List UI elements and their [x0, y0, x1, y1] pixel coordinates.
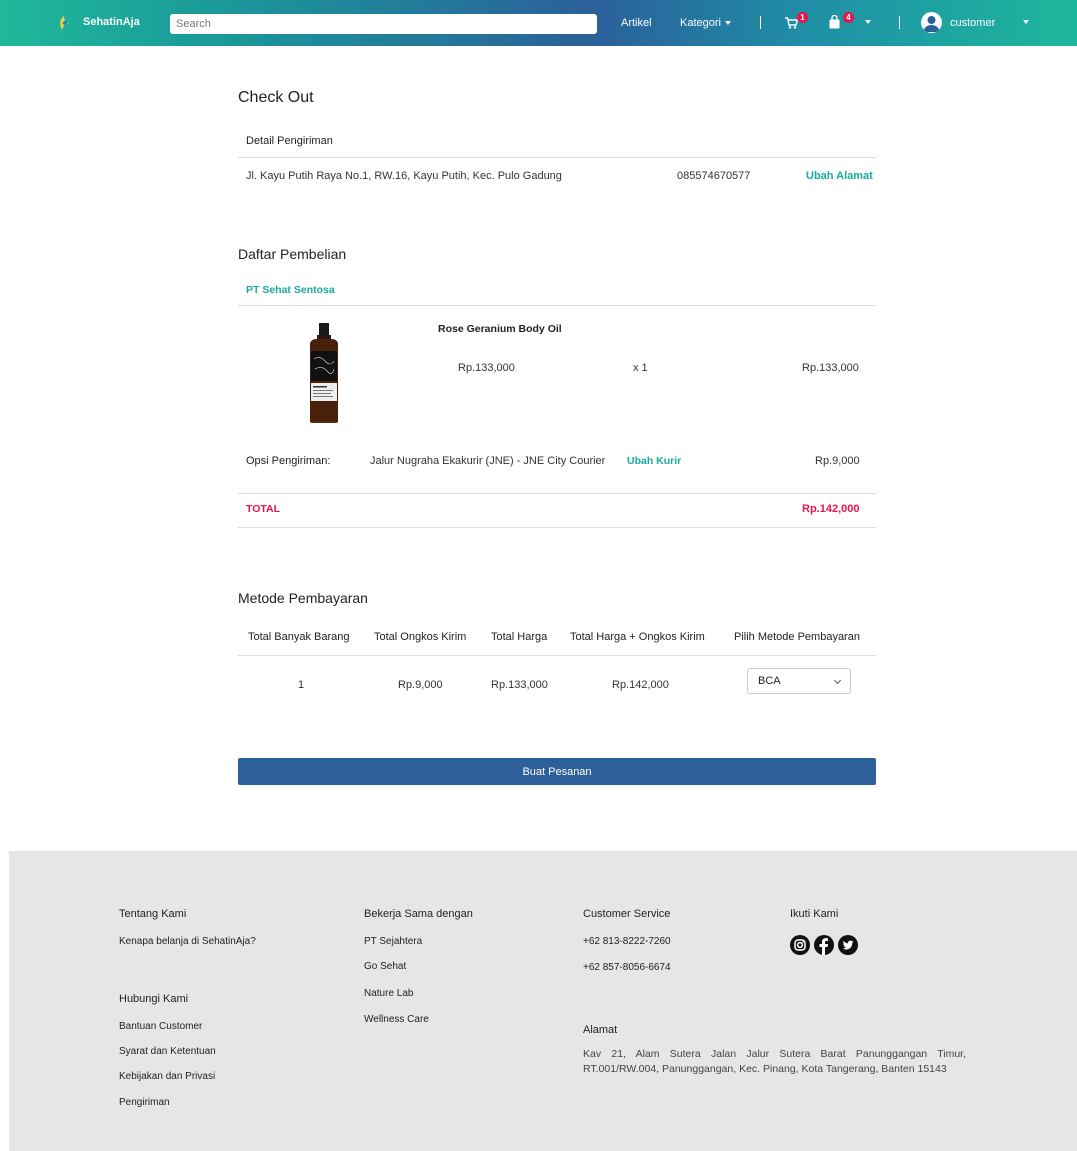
payment-total-items: 1 [298, 679, 305, 691]
shipping-detail-heading: Detail Pengiriman [246, 135, 333, 147]
footer-contact-heading: Hubungi Kami [119, 993, 189, 1005]
caret-down-icon[interactable] [865, 20, 871, 24]
username[interactable]: customer [950, 17, 995, 29]
payment-grand-total: Rp.142,000 [612, 679, 669, 691]
instagram-icon[interactable] [790, 935, 810, 955]
payment-total-shipping: Rp.9,000 [398, 679, 443, 691]
nav-separator [899, 16, 900, 29]
total-value: Rp.142,000 [802, 503, 860, 515]
footer-social-heading: Ikuti Kami [790, 908, 839, 920]
nav-kategori-label: Kategori [680, 17, 721, 29]
cart-icon[interactable] [785, 17, 798, 29]
payment-method-select[interactable]: BCA [747, 668, 851, 694]
payment-col-header: Pilih Metode Pembayaran [734, 631, 860, 643]
nav-artikel-link[interactable]: Artikel [621, 17, 652, 29]
shipping-phone: 085574670577 [677, 170, 751, 182]
change-address-link[interactable]: Ubah Alamat [806, 170, 873, 182]
payment-method-selected: BCA [758, 675, 781, 687]
shipping-address: Jl. Kayu Putih Raya No.1, RW.16, Kayu Pu… [246, 170, 562, 182]
facebook-icon[interactable] [814, 935, 834, 955]
payment-total-price: Rp.133,000 [491, 679, 548, 691]
chevron-down-icon [833, 676, 842, 685]
nav-separator [760, 16, 761, 29]
footer-partner[interactable]: Go Sehat [364, 961, 406, 972]
divider [238, 305, 876, 306]
footer-link[interactable]: Bantuan Customer [119, 1021, 202, 1032]
product-subtotal: Rp.133,000 [802, 362, 859, 374]
product-quantity: x 1 [633, 362, 648, 374]
create-order-button[interactable]: Buat Pesanan [238, 758, 876, 785]
footer-partner[interactable]: PT Sejahtera [364, 936, 422, 947]
divider [238, 527, 876, 528]
product-price: Rp.133,000 [458, 362, 515, 374]
twitter-icon[interactable] [838, 935, 858, 955]
logo-icon[interactable] [57, 15, 71, 31]
footer-partners-heading: Bekerja Sama dengan [364, 908, 473, 920]
page-title: Check Out [238, 89, 314, 106]
caret-down-icon [724, 21, 731, 26]
footer-link[interactable]: Pengiriman [119, 1097, 170, 1108]
footer-cs-heading: Customer Service [583, 908, 671, 920]
divider [238, 157, 876, 158]
payment-col-header: Total Banyak Barang [248, 631, 350, 643]
search-input[interactable] [170, 14, 597, 34]
payment-heading: Metode Pembayaran [238, 590, 368, 606]
bag-badge: 4 [843, 12, 854, 23]
payment-col-header: Total Harga [491, 631, 548, 643]
top-navbar: SehatinAja Artikel Kategori 1 4 customer [0, 0, 1077, 46]
change-courier-link[interactable]: Ubah Kurir [627, 455, 681, 467]
cart-badge: 1 [797, 12, 808, 23]
shipping-cost: Rp.9,000 [815, 455, 860, 467]
shipping-option-value: Jalur Nugraha Ekakurir (JNE) - JNE City … [370, 455, 606, 467]
brand-name[interactable]: SehatinAja [83, 16, 140, 28]
footer-partner[interactable]: Nature Lab [364, 988, 413, 999]
footer-about-heading: Tentang Kami [119, 908, 187, 920]
footer-cs-phone[interactable]: +62 857-8056-6674 [583, 962, 671, 973]
shipping-option-label: Opsi Pengiriman: [246, 455, 331, 467]
footer-link[interactable]: Kenapa belanja di SehatinAja? [119, 936, 256, 947]
payment-col-header: Total Ongkos Kirim [374, 631, 467, 643]
product-image [310, 323, 338, 423]
nav-kategori-dropdown[interactable]: Kategori [680, 17, 731, 29]
footer-partner[interactable]: Wellness Care [364, 1014, 429, 1025]
shopping-bag-icon[interactable] [829, 15, 840, 29]
payment-col-header: Total Harga + Ongkos Kirim [570, 631, 705, 643]
total-label: TOTAL [246, 503, 281, 515]
footer-address: Kav 21, Alam Sutera Jalan Jalur Sutera B… [583, 1048, 966, 1075]
footer-link[interactable]: Kebijakan dan Privasi [119, 1071, 215, 1082]
user-avatar-icon[interactable] [921, 12, 942, 33]
footer-cs-phone[interactable]: +62 813-8222-7260 [583, 936, 671, 947]
purchase-list-heading: Daftar Pembelian [238, 246, 347, 262]
footer: Tentang Kami Kenapa belanja di SehatinAj… [9, 851, 1077, 1151]
divider [238, 655, 876, 656]
caret-down-icon[interactable] [1023, 20, 1029, 24]
divider [238, 493, 876, 494]
footer-address-heading: Alamat [583, 1024, 618, 1036]
product-name[interactable]: Rose Geranium Body Oil [438, 323, 562, 335]
footer-link[interactable]: Syarat dan Ketentuan [119, 1046, 216, 1057]
seller-name[interactable]: PT Sehat Sentosa [246, 284, 335, 296]
